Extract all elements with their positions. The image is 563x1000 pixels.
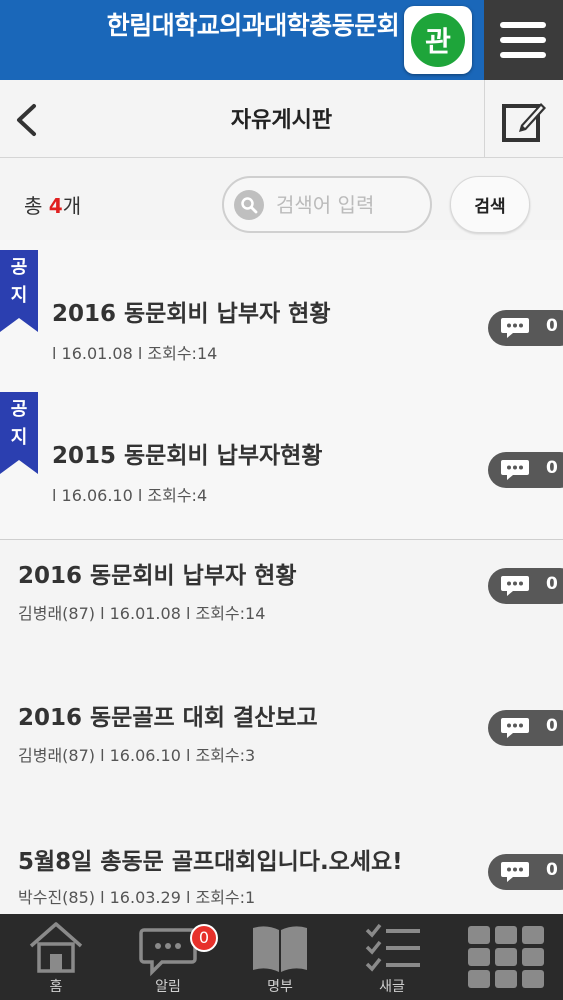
notice-label: 공지 xyxy=(10,399,28,448)
app-header: 한림대학교의과대학총동문회 관 xyxy=(0,0,563,80)
back-button[interactable] xyxy=(0,80,60,158)
comment-count: 0 xyxy=(546,574,558,594)
speech-bubble-icon xyxy=(501,460,529,480)
post-title: 2016 동문회비 납부자 현황 xyxy=(18,563,297,589)
list-item[interactable]: 2016 동문회비 납부자 현황 김병래(87) l 16.01.08 l 조회… xyxy=(0,540,563,670)
comment-count-badge[interactable]: 0 xyxy=(488,310,563,346)
nav-home[interactable]: 홈 xyxy=(0,914,112,1000)
post-title: 5월8일 총동문 골프대회입니다.오세요! xyxy=(18,849,403,875)
checklist-icon xyxy=(365,923,420,972)
comment-count-badge[interactable]: 0 xyxy=(488,854,563,890)
post-count: 총 4개 xyxy=(24,190,81,219)
post-meta: 박수진(85) l 16.03.29 l 조회수:1 xyxy=(18,888,256,907)
board-header: 자유게시판 xyxy=(0,80,563,158)
menu-button[interactable] xyxy=(484,0,563,80)
book-icon xyxy=(253,926,307,972)
notice-ribbon: 공지 xyxy=(0,250,40,332)
comment-count: 0 xyxy=(546,716,558,736)
notice-label: 공지 xyxy=(10,257,28,306)
post-count-prefix: 총 xyxy=(24,194,43,218)
post-count-number: 4 xyxy=(48,194,63,218)
search-field xyxy=(222,176,432,233)
speech-bubble-icon xyxy=(501,718,529,738)
admin-badge-label: 관 xyxy=(411,13,465,67)
speech-bubble-icon xyxy=(501,318,529,338)
comment-count: 0 xyxy=(546,458,558,478)
nav-new-posts-label: 새글 xyxy=(379,979,405,995)
list-item[interactable]: 2016 동문골프 대회 결산보고 김병래(87) l 16.06.10 l 조… xyxy=(0,684,563,814)
search-button[interactable]: 검색 xyxy=(450,176,530,233)
comment-count-badge[interactable]: 0 xyxy=(488,452,563,488)
notice-ribbon: 공지 xyxy=(0,392,40,474)
speech-bubble-icon xyxy=(501,862,529,882)
chevron-left-icon xyxy=(17,104,36,136)
comment-count-badge[interactable]: 0 xyxy=(488,710,563,746)
chat-icon xyxy=(139,928,197,977)
post-title: 2016 동문회비 납부자 현황 xyxy=(52,301,331,327)
nav-alerts-label: 알림 xyxy=(155,979,181,995)
list-item[interactable]: 5월8일 총동문 골프대회입니다.오세요! 박수진(85) l 16.03.29… xyxy=(0,828,563,914)
bottom-nav: 홈 알림 명부 새글 xyxy=(0,914,563,1000)
comment-count-badge[interactable]: 0 xyxy=(488,568,563,604)
speech-bubble-icon xyxy=(501,576,529,596)
page-title: 자유게시판 xyxy=(230,108,333,133)
list-item[interactable]: 공지 2016 동문회비 납부자 현황 l 16.01.08 l 조회수:14 … xyxy=(0,250,563,380)
post-meta: l 16.06.10 l 조회수:4 xyxy=(52,486,208,505)
post-title: 2016 동문골프 대회 결산보고 xyxy=(18,705,318,731)
post-count-suffix: 개 xyxy=(62,194,82,218)
home-icon xyxy=(29,922,83,973)
write-post-button[interactable] xyxy=(484,80,563,158)
comment-count: 0 xyxy=(546,316,558,336)
post-title: 2015 동문회비 납부자현황 xyxy=(52,443,323,469)
nav-more[interactable] xyxy=(448,914,563,1000)
nav-directory-label: 명부 xyxy=(267,979,293,995)
comment-count: 0 xyxy=(546,860,558,880)
nav-home-label: 홈 xyxy=(49,979,63,995)
hamburger-icon xyxy=(500,22,546,28)
edit-icon xyxy=(502,103,546,142)
search-input[interactable] xyxy=(274,186,424,224)
admin-badge[interactable]: 관 xyxy=(404,6,472,74)
search-icon xyxy=(234,190,264,220)
hamburger-icon-line xyxy=(500,52,546,58)
post-meta: 김병래(87) l 16.06.10 l 조회수:3 xyxy=(18,746,256,765)
nav-new-posts[interactable]: 새글 xyxy=(336,914,448,1000)
grid-icon xyxy=(468,926,544,988)
nav-directory[interactable]: 명부 xyxy=(224,914,336,1000)
list-item[interactable]: 공지 2015 동문회비 납부자현황 l 16.06.10 l 조회수:4 0 xyxy=(0,392,563,522)
post-meta: l 16.01.08 l 조회수:14 xyxy=(52,344,218,363)
alerts-badge: 0 xyxy=(190,924,218,952)
hamburger-icon-line xyxy=(500,37,546,43)
post-meta: 김병래(87) l 16.01.08 l 조회수:14 xyxy=(18,604,266,623)
